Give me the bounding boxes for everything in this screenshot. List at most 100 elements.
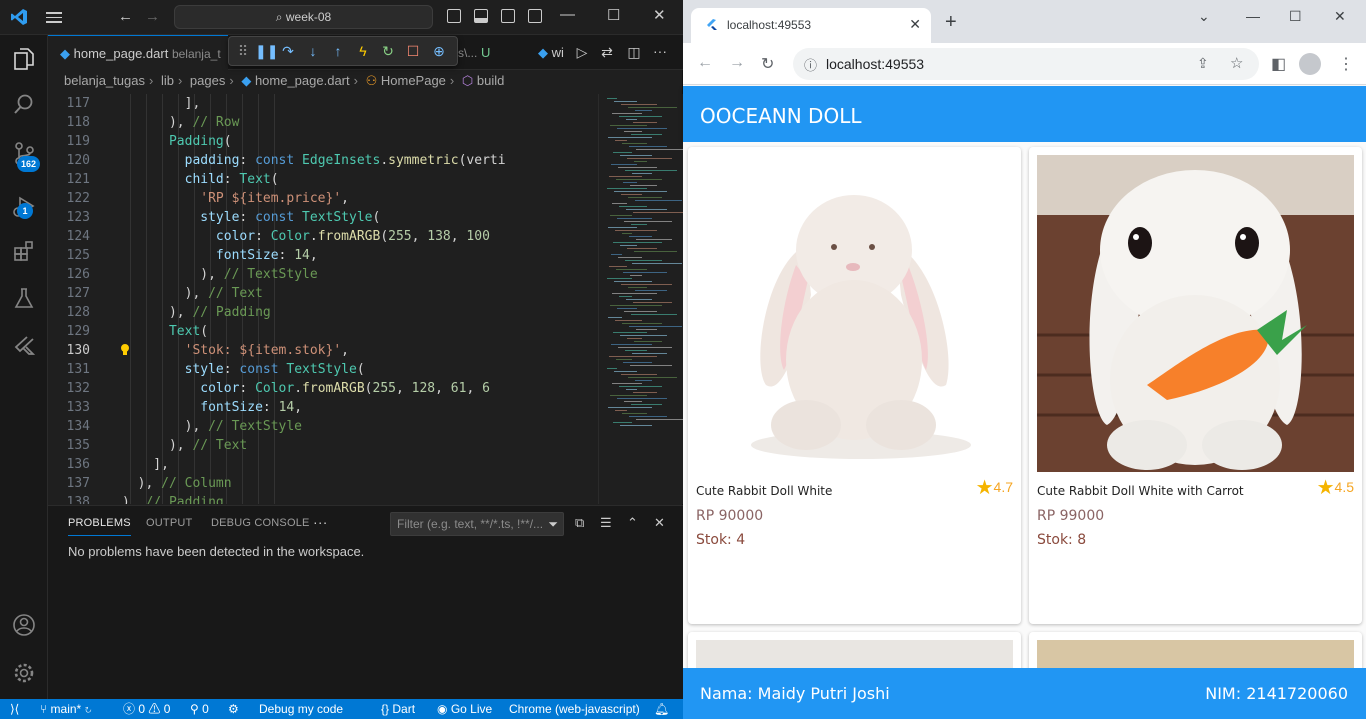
back-icon[interactable]: ← (697, 54, 713, 72)
product-card[interactable]: Cute Rabbit Doll White with Carrot ★4.5 … (1029, 147, 1362, 624)
restart-icon[interactable]: ↻ (380, 43, 396, 60)
code-line[interactable]: 138), // Padding (48, 493, 598, 504)
site-info-icon[interactable]: ⓘ (804, 55, 817, 74)
chrome-menu-icon[interactable]: ⋮ (1338, 54, 1354, 74)
compare-icon[interactable]: ⇄ (599, 44, 615, 61)
bookmark-star-icon[interactable]: ☆ (1230, 54, 1243, 72)
tab-problems[interactable]: PROBLEMS (68, 517, 131, 536)
extensions-icon[interactable] (12, 240, 36, 264)
split-editor-icon[interactable]: ◫ (626, 44, 642, 61)
code-line[interactable]: 121 child: Text( (48, 170, 598, 189)
toggle-panel-icon[interactable] (474, 9, 488, 23)
branch-indicator[interactable]: ⑂ main* ↻ (40, 699, 92, 719)
tab-debug-console[interactable]: DEBUG CONSOLE (211, 517, 310, 529)
code-editor[interactable]: 117 ], 118 ), // Row 119 Padding(120 paddi… (48, 94, 598, 504)
code-line[interactable]: 127 ), // Text (48, 284, 598, 303)
close-panel-icon[interactable]: ✕ (654, 515, 665, 531)
hot-reload-icon[interactable]: ϟ (355, 43, 371, 59)
maximize-icon[interactable]: ☐ (607, 6, 620, 24)
language-indicator[interactable]: {} Dart (381, 699, 415, 719)
minimap[interactable] (598, 94, 687, 504)
step-over-icon[interactable]: ↷ (280, 43, 296, 60)
side-panel-icon[interactable]: ◧ (1271, 54, 1286, 74)
address-bar[interactable]: ⓘ localhost:49553 ⇪ ☆ (793, 48, 1259, 80)
view-as-list-icon[interactable]: ☰ (600, 515, 612, 531)
testing-flask-icon[interactable] (12, 287, 36, 311)
share-icon[interactable]: ⇪ (1197, 55, 1209, 72)
command-center-search[interactable]: ⌕ week-08 (174, 5, 433, 29)
product-card-partial[interactable] (1029, 632, 1362, 668)
explorer-icon[interactable] (12, 47, 36, 71)
code-line[interactable]: 137 ), // Column (48, 474, 598, 493)
maximize-panel-icon[interactable]: ⌃ (627, 515, 638, 531)
breadcrumb-item[interactable]: lib (161, 73, 174, 88)
product-card-partial[interactable] (688, 632, 1021, 668)
ports-indicator[interactable]: ⚲ 0 (190, 699, 209, 719)
settings-gear-icon[interactable] (12, 661, 36, 685)
reload-icon[interactable]: ↻ (761, 54, 774, 74)
code-line[interactable]: 130 'Stok: ${item.stok}', (48, 341, 598, 360)
accounts-icon[interactable] (12, 613, 36, 637)
code-line[interactable]: 118 ), // Row (48, 113, 598, 132)
run-file-icon[interactable]: ▷ (574, 44, 590, 61)
notifications-bell-icon[interactable]: 🔔︎ (654, 699, 669, 719)
forward-icon[interactable]: → (729, 54, 745, 72)
problems-filter-input[interactable]: Filter (e.g. text, **/*.ts, !**/... ⏷ (390, 512, 564, 536)
collapse-all-icon[interactable]: ⧉ (575, 515, 584, 531)
tab-home-page-dart[interactable]: ◆ home_page.dart belanja_t (48, 35, 228, 70)
code-line[interactable]: 133 fontSize: 14, (48, 398, 598, 417)
device-selector[interactable]: Chrome (web-javascript) (509, 699, 640, 719)
close-icon[interactable]: ✕ (653, 6, 666, 24)
code-line[interactable]: 124 color: Color.fromARGB(255, 138, 100 (48, 227, 598, 246)
code-line[interactable]: 117 ], (48, 94, 598, 113)
toggle-secondary-sidebar-icon[interactable] (501, 9, 515, 23)
toggle-sidebar-icon[interactable] (447, 9, 461, 23)
profile-avatar-icon[interactable] (1299, 53, 1321, 75)
code-line[interactable]: 126 ), // TextStyle (48, 265, 598, 284)
code-line[interactable]: 119 Padding( (48, 132, 598, 151)
flutter-icon[interactable] (12, 335, 36, 359)
back-arrow-icon[interactable]: ← (118, 8, 133, 25)
breadcrumb-item[interactable]: build (477, 73, 504, 88)
code-line[interactable]: 136 ], (48, 455, 598, 474)
step-into-icon[interactable]: ↓ (305, 43, 321, 59)
tab-output[interactable]: OUTPUT (146, 517, 192, 529)
code-line[interactable]: 120 padding: const EdgeInsets.symmetric(… (48, 151, 598, 170)
go-live-button[interactable]: ◉ Go Live (437, 699, 492, 719)
code-line[interactable]: 134 ), // TextStyle (48, 417, 598, 436)
minimize-icon[interactable]: — (560, 6, 575, 23)
code-line[interactable]: 129 Text( (48, 322, 598, 341)
maximize-icon[interactable]: ☐ (1289, 8, 1302, 25)
code-line[interactable]: 123 style: const TextStyle( (48, 208, 598, 227)
breadcrumb-item[interactable]: HomePage (381, 73, 446, 88)
tab-overflow[interactable]: s\... U (458, 35, 518, 70)
tab-second-file[interactable]: ◆ wi (526, 35, 570, 70)
browser-tab[interactable]: localhost:49553 ✕ (691, 8, 931, 43)
new-tab-icon[interactable]: + (945, 12, 957, 32)
breadcrumb-item[interactable]: belanja_tugas (64, 73, 145, 88)
minimize-icon[interactable]: — (1246, 8, 1260, 24)
tab-search-chevron-icon[interactable]: ⌄ (1198, 8, 1210, 25)
code-line[interactable]: 125 fontSize: 14, (48, 246, 598, 265)
product-card[interactable]: Cute Rabbit Doll White ★4.7 RP 90000 Sto… (688, 147, 1021, 624)
code-line[interactable]: 128 ), // Padding (48, 303, 598, 322)
drag-handle-icon[interactable]: ⠿ (235, 43, 251, 60)
remote-icon[interactable]: ⟩⟨ (10, 699, 19, 719)
code-line[interactable]: 135 ), // Text (48, 436, 598, 455)
code-line[interactable]: 122 'RP ${item.price}', (48, 189, 598, 208)
breadcrumb-item[interactable]: home_page.dart (255, 73, 350, 88)
search-icon[interactable] (12, 93, 36, 117)
menu-icon[interactable] (46, 9, 62, 25)
forward-arrow-icon[interactable]: → (145, 8, 160, 25)
code-line[interactable]: 131 style: const TextStyle( (48, 360, 598, 379)
step-out-icon[interactable]: ↑ (330, 43, 346, 59)
close-window-icon[interactable]: ✕ (1334, 8, 1346, 25)
problems-indicator[interactable]: ⓧ 0 ⚠ 0 (123, 699, 170, 719)
more-actions-icon[interactable]: ··· (652, 43, 668, 59)
filter-funnel-icon[interactable]: ⏷ (548, 513, 558, 535)
debug-indicator[interactable]: ⚙ (228, 699, 239, 719)
close-tab-icon[interactable]: ✕ (909, 16, 921, 33)
panel-more-icon[interactable]: ··· (313, 514, 328, 530)
stop-icon[interactable]: ☐ (405, 43, 421, 60)
breadcrumb-item[interactable]: pages (190, 73, 225, 88)
